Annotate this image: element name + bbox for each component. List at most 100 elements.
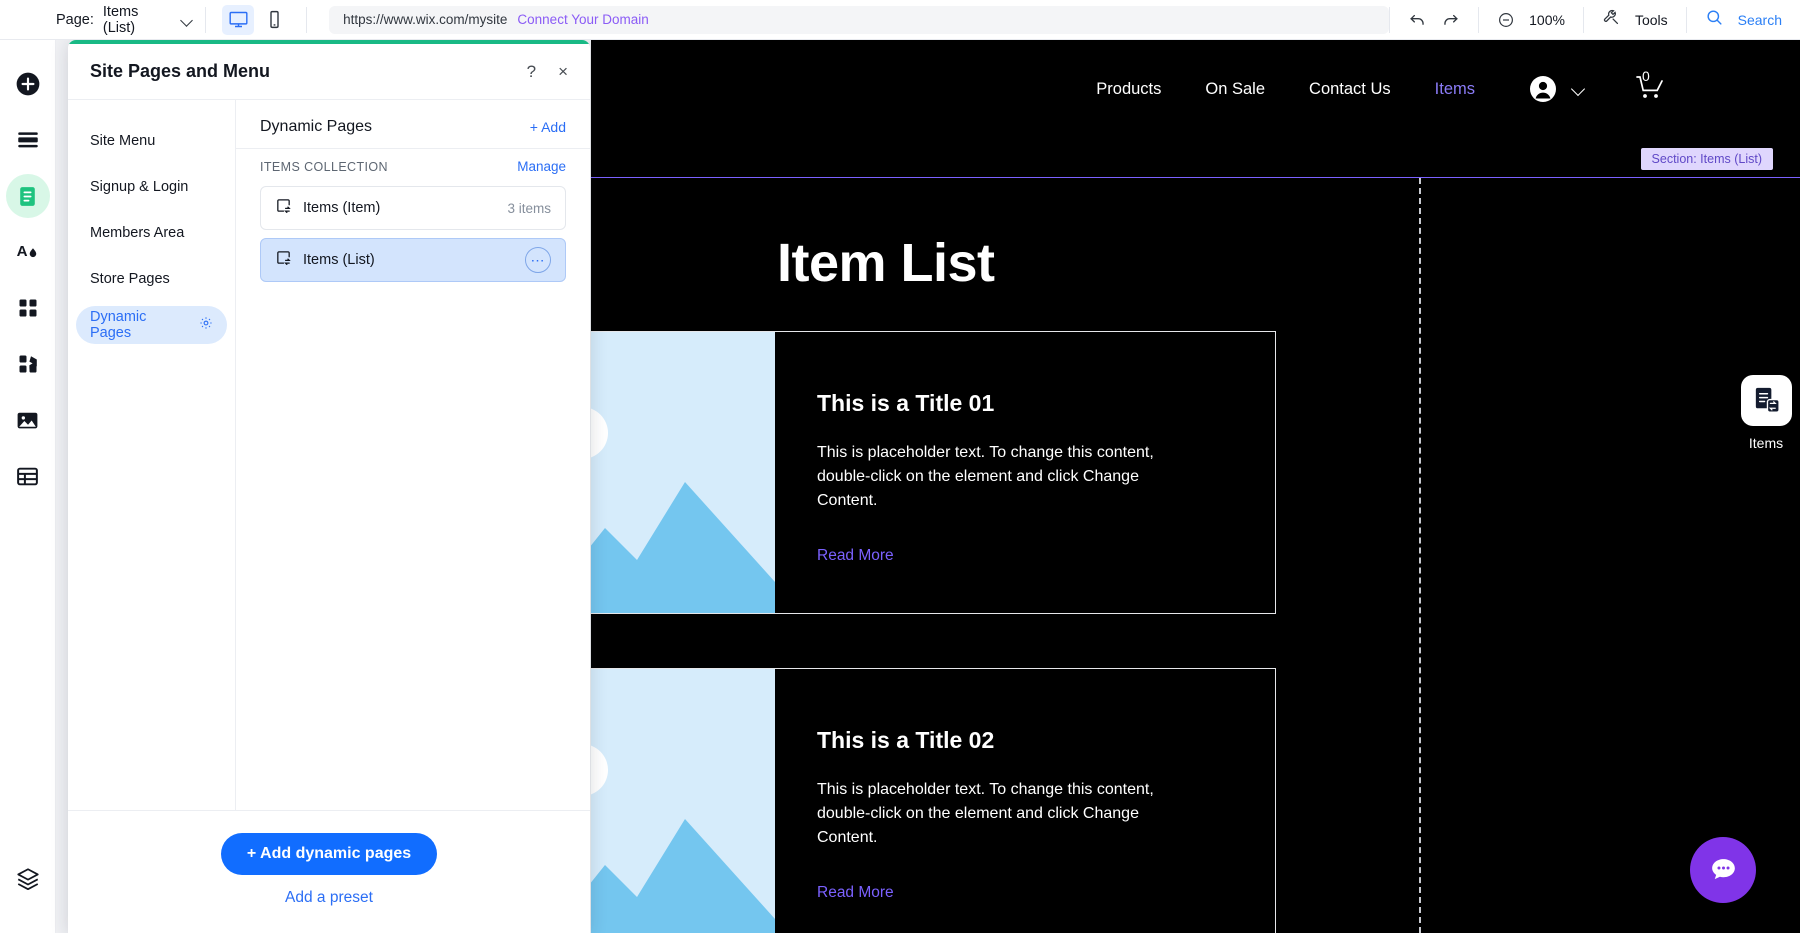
toolbar-divider-2	[306, 6, 308, 33]
dataset-connector-icon	[1740, 375, 1792, 426]
nav-link-on-sale[interactable]: On Sale	[1205, 80, 1265, 99]
site-url-bar[interactable]: https://www.wix.com/mysite Connect Your …	[329, 5, 1390, 34]
sidebar-item-store-pages[interactable]: Store Pages	[76, 260, 227, 298]
add-elements-icon[interactable]	[6, 62, 50, 106]
cms-content-icon[interactable]	[6, 454, 50, 498]
list-item-body: This is a Title 02 This is placeholder t…	[775, 669, 1275, 933]
page-title: Item List	[777, 233, 995, 293]
wrench-tools-icon	[1602, 8, 1621, 32]
left-toolbar-rail: A	[0, 40, 56, 933]
svg-text:A: A	[16, 243, 27, 260]
collection-group-header: ITEMS COLLECTION Manage	[236, 148, 590, 182]
close-icon[interactable]: ×	[558, 63, 568, 80]
current-page-name: Items (List)	[102, 3, 139, 36]
list-item-text: This is placeholder text. To change this…	[817, 444, 1154, 509]
layers-icon[interactable]	[6, 857, 50, 913]
page-selector[interactable]: Page: Items (List)	[0, 0, 205, 40]
sidebar-item-label: Site Menu	[90, 133, 156, 149]
add-dynamic-page-link[interactable]: + Add	[530, 119, 566, 135]
magnifier-search-icon	[1705, 8, 1724, 32]
media-manager-icon[interactable]	[6, 398, 50, 442]
cart-item-count: 0	[1642, 67, 1650, 84]
site-preview: Products On Sale Contact Us Items 0 Sect…	[591, 40, 1800, 933]
add-a-preset-link[interactable]: Add a preset	[285, 889, 373, 907]
zoom-out-icon[interactable]	[1497, 11, 1515, 29]
zoom-group[interactable]: 100%	[1478, 6, 1583, 33]
dynamic-page-item-count: 3 items	[507, 200, 551, 216]
list-item-title: This is a Title 01	[817, 390, 995, 416]
top-toolbar: Page: Items (List) https://www.wix.com/m…	[0, 0, 1800, 40]
sidebar-item-label: Members Area	[90, 225, 185, 241]
add-apps-icon[interactable]	[6, 342, 50, 386]
section-selection-badge: Section: Items (List)	[1640, 148, 1773, 170]
chevron-down-icon[interactable]	[1571, 81, 1587, 97]
image-placeholder-icon	[591, 669, 775, 933]
chevron-down-icon[interactable]	[180, 13, 191, 27]
tools-label: Tools	[1634, 11, 1668, 28]
read-more-link[interactable]: Read More	[817, 884, 894, 902]
panel-title: Site Pages and Menu	[90, 61, 271, 81]
mobile-phone-icon[interactable]	[258, 5, 290, 35]
dataset-connector-label: Items	[1748, 435, 1784, 451]
section-boundary-line	[591, 177, 1800, 178]
dynamic-page-icon	[275, 197, 292, 219]
layout-guide-line	[1419, 178, 1421, 933]
sidebar-item-site-menu[interactable]: Site Menu	[76, 122, 227, 160]
image-placeholder-icon	[591, 332, 775, 613]
undo-arrow-icon[interactable]	[1408, 10, 1427, 29]
nav-link-items[interactable]: Items	[1435, 80, 1475, 99]
site-navigation-header: Products On Sale Contact Us Items 0	[591, 40, 1800, 138]
device-switcher	[206, 4, 306, 35]
site-sections-icon[interactable]	[6, 118, 50, 162]
panel-header-actions: ? ×	[527, 63, 568, 80]
dynamic-page-name: Items (Item)	[303, 200, 381, 216]
tools-button[interactable]: Tools	[1582, 6, 1686, 33]
connect-domain-link[interactable]: Connect Your Domain	[517, 12, 648, 27]
sidebar-item-label: Signup & Login	[90, 179, 189, 195]
list-item-text: This is placeholder text. To change this…	[817, 781, 1154, 846]
panel-body: Site Menu Signup & Login Members Area St…	[68, 100, 590, 810]
header-account-group: 0	[1529, 68, 1665, 107]
add-dynamic-pages-button[interactable]: + Add dynamic pages	[220, 833, 438, 875]
user-account-icon[interactable]	[1529, 75, 1557, 103]
chat-bubble-icon[interactable]	[1690, 837, 1756, 903]
apps-market-icon[interactable]	[6, 286, 50, 330]
list-item-title: This is a Title 02	[817, 727, 995, 753]
dynamic-pages-header: Dynamic Pages + Add	[236, 100, 590, 148]
dynamic-page-name: Items (List)	[303, 252, 375, 268]
sidebar-item-dynamic-pages[interactable]: Dynamic Pages	[76, 306, 227, 344]
dynamic-page-icon	[275, 249, 292, 271]
settings-gear-icon[interactable]	[199, 316, 213, 334]
desktop-monitor-icon[interactable]	[222, 4, 255, 35]
list-item[interactable]: Items (List) ⋯	[260, 238, 566, 282]
more-options-icon[interactable]: ⋯	[525, 247, 551, 273]
dynamic-pages-list: Items (Item) 3 items Items (List) ⋯	[236, 182, 590, 290]
panel-main-content: Dynamic Pages + Add ITEMS COLLECTION Man…	[236, 100, 590, 810]
list-item[interactable]: This is a Title 02 This is placeholder t…	[591, 668, 1276, 933]
sidebar-item-signup-login[interactable]: Signup & Login	[76, 168, 227, 206]
search-button[interactable]: Search	[1685, 6, 1800, 33]
site-url-text: https://www.wix.com/mysite	[343, 12, 508, 27]
redo-arrow-icon[interactable]	[1441, 10, 1460, 29]
panel-header: Site Pages and Menu ? ×	[68, 44, 590, 100]
site-design-icon[interactable]: A	[6, 230, 50, 274]
sidebar-item-label: Store Pages	[90, 271, 170, 287]
shopping-cart-icon[interactable]: 0	[1631, 68, 1665, 107]
list-item[interactable]: Items (Item) 3 items	[260, 186, 566, 230]
panel-footer: + Add dynamic pages Add a preset	[68, 810, 590, 933]
read-more-link[interactable]: Read More	[817, 547, 894, 565]
sidebar-item-members-area[interactable]: Members Area	[76, 214, 227, 252]
zoom-level-label: 100%	[1529, 11, 1565, 28]
manage-collection-link[interactable]: Manage	[517, 159, 566, 174]
pages-menu-icon[interactable]	[5, 174, 50, 218]
sidebar-item-label: Dynamic Pages	[90, 309, 147, 341]
search-label: Search	[1737, 11, 1782, 28]
list-item-body: This is a Title 01 This is placeholder t…	[775, 332, 1275, 613]
nav-link-contact-us[interactable]: Contact Us	[1309, 80, 1391, 99]
history-group	[1389, 6, 1478, 33]
nav-link-products[interactable]: Products	[1096, 80, 1161, 99]
help-icon[interactable]: ?	[527, 63, 536, 80]
dataset-connector-widget[interactable]: Items	[1711, 375, 1800, 451]
list-item[interactable]: This is a Title 01 This is placeholder t…	[591, 331, 1276, 614]
dynamic-pages-heading: Dynamic Pages	[260, 118, 373, 135]
